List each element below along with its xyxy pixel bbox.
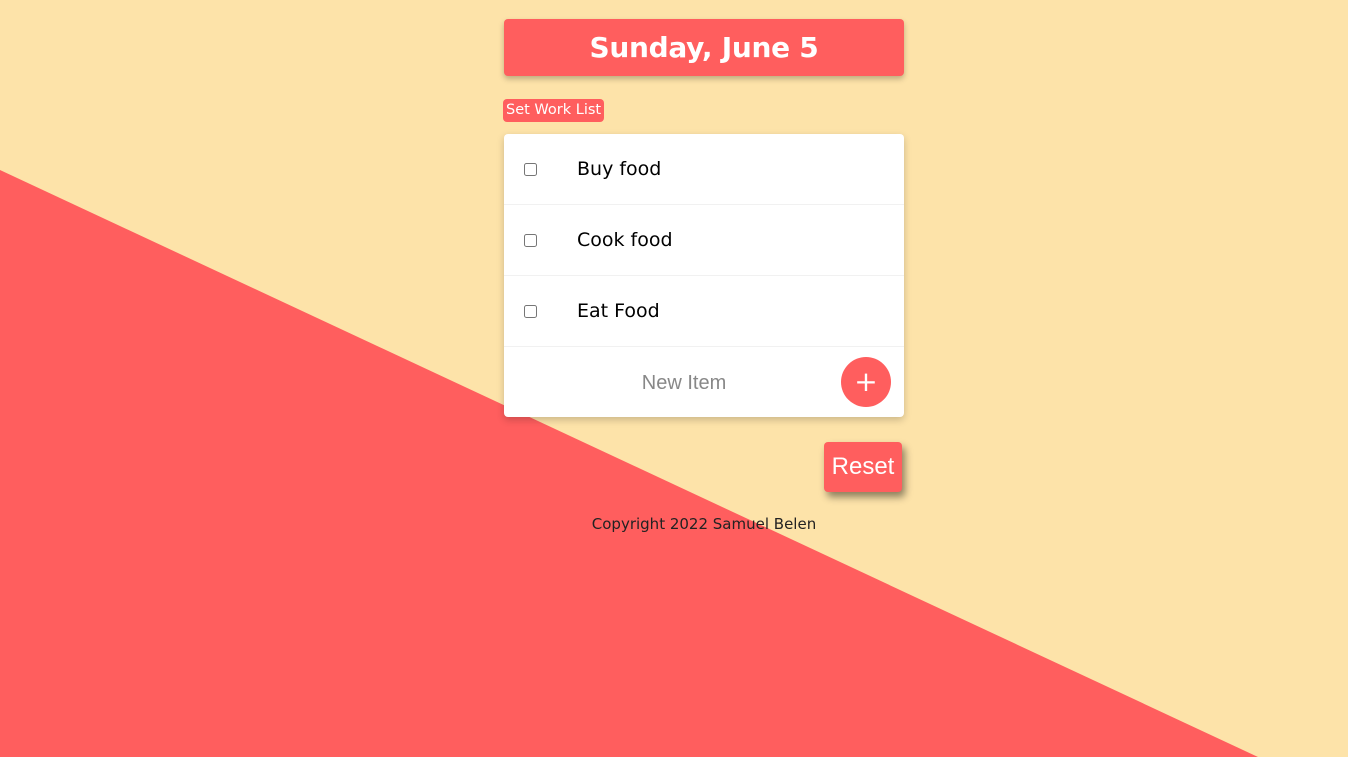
list-item: Buy food [504,134,904,205]
item-checkbox[interactable] [524,233,537,247]
todo-list: Buy food Cook food Eat Food + [504,134,904,417]
new-item-input[interactable] [524,361,844,405]
date-heading-box: Sunday, June 5 [504,19,904,76]
page-title: Sunday, June 5 [589,31,819,64]
list-item: Eat Food [504,276,904,347]
set-work-list-button[interactable]: Set Work List [503,99,605,122]
add-item-button[interactable]: + [841,357,891,407]
item-label: Eat Food [577,300,660,322]
list-item: Cook food [504,205,904,276]
item-checkbox[interactable] [524,162,537,176]
new-item-form: + [504,347,904,417]
item-label: Cook food [577,229,673,251]
reset-button[interactable]: Reset [824,442,902,492]
page: Sunday, June 5 Set Work List Buy food Co… [0,0,1348,757]
item-checkbox[interactable] [524,304,537,318]
item-label: Buy food [577,158,662,180]
copyright-footer: Copyright 2022 Samuel Belen [591,515,817,533]
